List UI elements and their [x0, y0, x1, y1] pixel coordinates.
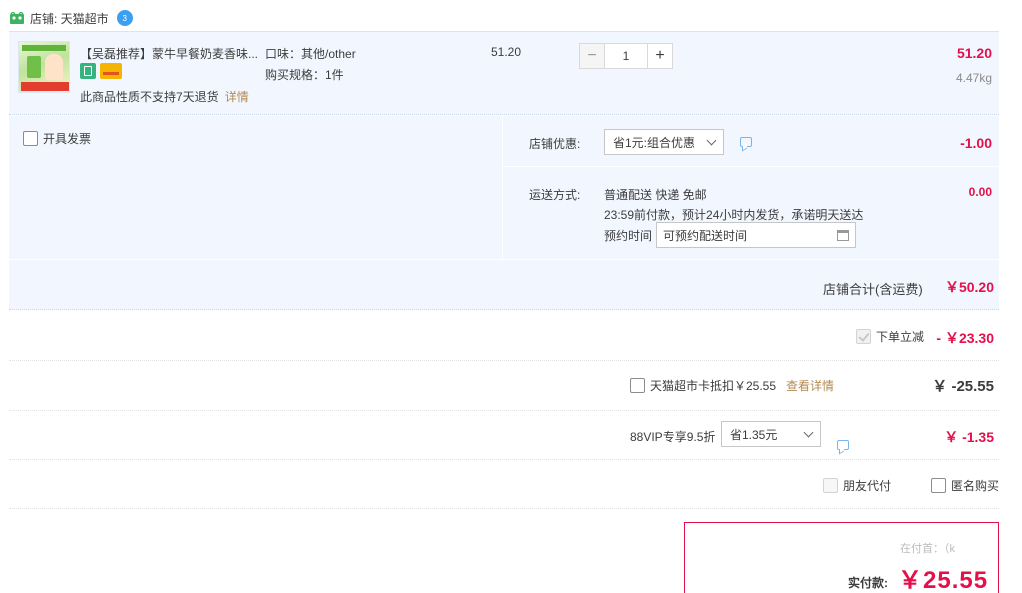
quantity-stepper: − 1 +	[579, 43, 673, 69]
schedule-placeholder: 可预约配送时间	[663, 228, 748, 243]
vip-discount-amount: ￥ -1.35	[944, 429, 994, 445]
chevron-down-icon	[803, 427, 814, 437]
shop-total-amount: ￥50.20	[944, 279, 994, 295]
anonymous-option[interactable]: 匿名购买	[931, 477, 999, 494]
payment-amount: ￥25.55	[898, 567, 989, 593]
detail-link[interactable]: 详情	[225, 90, 249, 104]
card-deduction-amount: ￥ -25.55	[932, 378, 994, 395]
invoice-checkbox[interactable]	[23, 131, 38, 146]
invoice-option[interactable]: 开具发票	[23, 130, 91, 147]
shipping-promise: 23:59前付款，预计24小时内发货，承诺明天送达	[604, 208, 864, 222]
card-deduction-option[interactable]: 天猫超市卡抵扣￥25.55 查看详情	[630, 377, 834, 394]
chevron-down-icon	[706, 135, 717, 145]
no-return-notice: 此商品性质不支持7天退货 详情	[80, 88, 249, 105]
shop-discount-value: 省1元:组合优惠	[613, 135, 696, 150]
friend-pay-label: 朋友代付	[843, 479, 892, 493]
vip-discount-value: 省1.35元	[730, 427, 778, 442]
item-weight: 4.47kg	[955, 71, 992, 85]
shipping-method: 普通配送 快递 免邮	[604, 188, 707, 202]
shop-total-label: 店铺合计(含运费)	[823, 282, 923, 297]
shop-discount-label: 店铺优惠:	[529, 137, 581, 151]
divider	[9, 508, 999, 509]
product-title[interactable]: 【吴磊推荐】蒙牛早餐奶麦香味...	[80, 45, 258, 62]
shop-name[interactable]: 店铺: 天猫超市	[30, 10, 109, 27]
product-thumbnail[interactable]	[18, 41, 70, 93]
vip-discount-select[interactable]: 省1.35元	[721, 421, 821, 447]
qty-plus-button[interactable]: +	[647, 43, 673, 69]
shop-discount-select[interactable]: 省1元:组合优惠	[604, 129, 724, 155]
guarantee-icon[interactable]	[80, 63, 96, 79]
anonymous-checkbox[interactable]	[931, 478, 946, 493]
card-payment-icon[interactable]	[100, 63, 122, 79]
invoice-label: 开具发票	[43, 132, 92, 146]
chat-badge-icon[interactable]: 3	[116, 10, 133, 26]
instant-discount-amount: - ￥23.30	[936, 330, 994, 346]
anonymous-label: 匿名购买	[951, 479, 1000, 493]
shop-header: 店铺: 天猫超市 3	[10, 8, 133, 28]
shipping-amount: 0.00	[968, 185, 992, 199]
no-return-text: 此商品性质不支持7天退货	[80, 90, 219, 104]
schedule-time-input[interactable]: 可预约配送时间	[656, 222, 856, 248]
schedule-label: 预约时间	[604, 229, 653, 243]
instant-discount-label: 下单立减	[876, 330, 925, 344]
spec-flavor: 口味：其他/other	[265, 47, 356, 61]
message-icon[interactable]	[740, 137, 752, 147]
shipping-label: 运送方式:	[529, 188, 581, 202]
friend-pay-checkbox	[823, 478, 838, 493]
item-subtotal: 51.20	[956, 45, 992, 61]
instant-discount-option: 下单立减	[856, 328, 924, 345]
friend-pay-option: 朋友代付	[823, 477, 891, 494]
shop-discount-amount: -1.00	[960, 135, 992, 151]
divider	[9, 360, 999, 361]
spec-size: 购买规格：1件	[265, 68, 344, 82]
unit-price: 51.20	[491, 45, 522, 59]
card-deduction-checkbox[interactable]	[630, 378, 645, 393]
message-icon[interactable]	[837, 440, 849, 450]
vip-label: 88VIP专享9.5折	[630, 430, 716, 444]
quantity-input[interactable]: 1	[605, 43, 647, 69]
payment-label: 实付款:	[848, 576, 888, 590]
card-detail-link[interactable]: 查看详情	[786, 377, 834, 394]
payment-faded-text: 在付首：（k	[900, 543, 955, 555]
calendar-icon[interactable]	[837, 229, 849, 241]
divider	[9, 459, 999, 460]
instant-discount-checkbox	[856, 329, 871, 344]
divider	[9, 410, 999, 411]
product-badges	[80, 63, 122, 79]
shop-icon	[10, 12, 24, 24]
qty-minus-button[interactable]: −	[579, 43, 605, 69]
card-deduction-label: 天猫超市卡抵扣￥25.55	[650, 379, 777, 393]
